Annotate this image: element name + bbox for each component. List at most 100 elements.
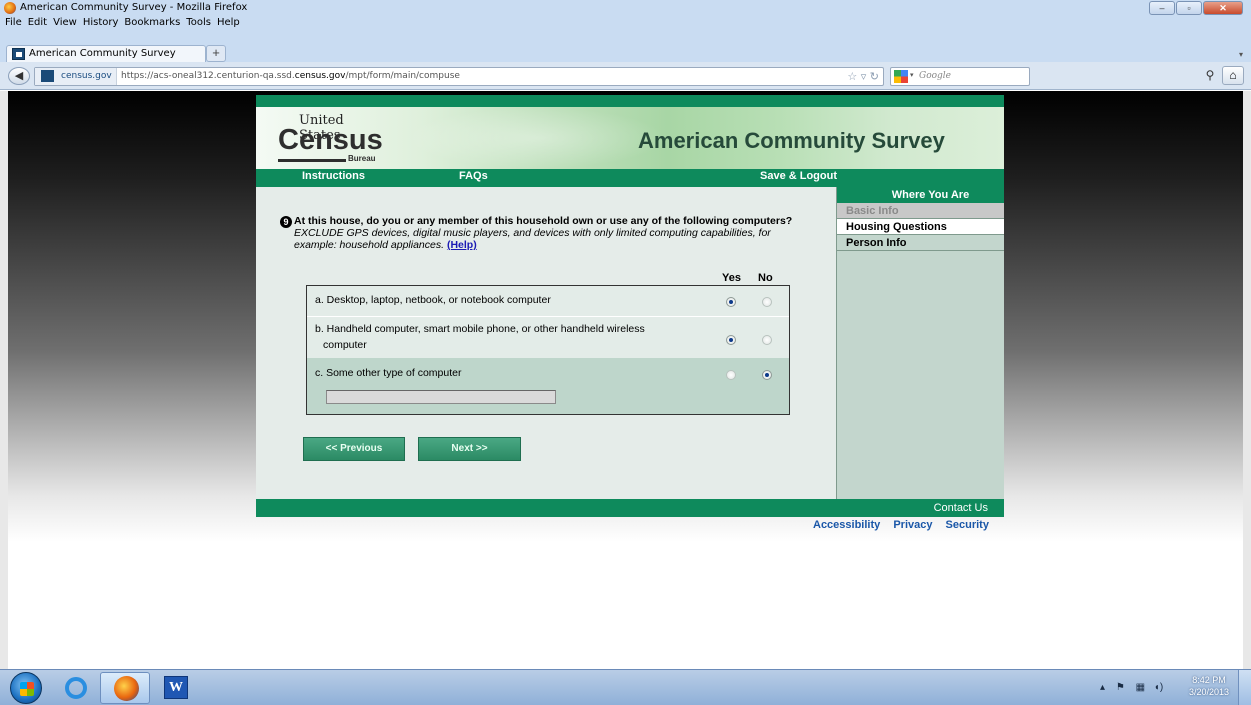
- tab-label: American Community Survey: [29, 48, 176, 59]
- accessibility-link[interactable]: Accessibility: [813, 519, 880, 531]
- taskbar-word[interactable]: W: [150, 672, 200, 704]
- previous-button[interactable]: << Previous: [303, 437, 405, 461]
- firefox-icon: [4, 2, 16, 14]
- option-a-no-radio[interactable]: [762, 297, 772, 307]
- search-bar[interactable]: ▾ Google: [890, 67, 1030, 86]
- save-logout-link[interactable]: Save & Logout: [760, 170, 837, 182]
- question-text: 9 At this house, do you or any member of…: [280, 215, 800, 251]
- microsoft-word-icon: W: [164, 676, 188, 699]
- option-a-label: a. Desktop, laptop, netbook, or notebook…: [315, 294, 551, 306]
- search-placeholder: Google: [919, 71, 951, 81]
- next-button[interactable]: Next >>: [418, 437, 521, 461]
- header-top-strip: [256, 95, 1004, 107]
- option-c-no-radio[interactable]: [762, 370, 772, 380]
- census-bureau-logo[interactable]: United States Census Bureau: [278, 113, 388, 165]
- footer-links: Accessibility Privacy Security: [813, 519, 999, 531]
- window-title: American Community Survey - Mozilla Fire…: [20, 2, 248, 13]
- option-b-label-line1: b. Handheld computer, smart mobile phone…: [315, 323, 645, 335]
- contact-us-link[interactable]: Contact Us: [934, 502, 988, 514]
- menu-help[interactable]: Help: [214, 16, 243, 29]
- survey-banner: United States Census Bureau American Com…: [256, 107, 1004, 169]
- logo-rule: [278, 159, 346, 162]
- new-tab-button[interactable]: +: [206, 45, 226, 62]
- window-titlebar: American Community Survey - Mozilla Fire…: [0, 0, 1251, 16]
- survey-frame: United States Census Bureau American Com…: [256, 95, 1004, 517]
- window-controls: – ▫ ✕: [1149, 1, 1243, 15]
- show-desktop-button[interactable]: [1238, 670, 1251, 705]
- survey-title: American Community Survey: [638, 128, 945, 153]
- section-basic-info: Basic Info: [837, 203, 1004, 219]
- option-c-yes-radio[interactable]: [726, 370, 736, 380]
- option-row-c: c. Some other type of computer: [307, 358, 789, 414]
- option-b-label-line2: computer: [323, 339, 367, 351]
- search-magnifier-icon[interactable]: ⚲: [1200, 66, 1220, 85]
- url-text[interactable]: https://acs-oneal312.centurion-qa.ssd.ce…: [121, 71, 460, 81]
- menu-bookmarks[interactable]: Bookmarks: [121, 16, 183, 29]
- question-main-text: At this house, do you or any member of t…: [294, 215, 793, 227]
- instructions-link[interactable]: Instructions: [302, 170, 365, 182]
- address-bar[interactable]: census.gov https://acs-oneal312.centurio…: [34, 67, 884, 86]
- tab-american-community-survey[interactable]: American Community Survey: [6, 45, 206, 62]
- back-button[interactable]: ◀: [8, 67, 30, 85]
- menu-bar: File Edit View History Bookmarks Tools Help: [0, 16, 1251, 30]
- start-button-icon[interactable]: [10, 672, 42, 704]
- section-person-info[interactable]: Person Info: [837, 235, 1004, 251]
- option-b-no-radio[interactable]: [762, 335, 772, 345]
- clock-time: 8:42 PM: [1192, 675, 1226, 685]
- menu-history[interactable]: History: [80, 16, 122, 29]
- where-you-are-panel: Where You Are Basic Info Housing Questio…: [836, 187, 1004, 499]
- url-bar-icons: ☆ ▿ ↻: [847, 70, 879, 83]
- bookmark-star-icon[interactable]: ☆: [847, 70, 857, 83]
- volume-icon[interactable]: ◖): [1154, 682, 1163, 693]
- no-column-header: No: [758, 272, 773, 284]
- yes-column-header: Yes: [722, 272, 741, 284]
- tab-bar: American Community Survey + ▾: [0, 30, 1251, 62]
- option-a-yes-radio[interactable]: [726, 297, 736, 307]
- network-icon[interactable]: ▦: [1136, 682, 1145, 693]
- option-b-yes-radio[interactable]: [726, 335, 736, 345]
- option-row-b: b. Handheld computer, smart mobile phone…: [307, 316, 789, 358]
- banner-photo-overlay: [406, 107, 666, 169]
- faqs-link[interactable]: FAQs: [459, 170, 488, 182]
- help-link[interactable]: (Help): [447, 239, 477, 251]
- section-housing-questions[interactable]: Housing Questions: [837, 219, 1004, 235]
- menu-edit[interactable]: Edit: [25, 16, 50, 29]
- engine-dropdown-icon[interactable]: ▾: [910, 71, 914, 79]
- menu-file[interactable]: File: [2, 16, 25, 29]
- census-favicon-icon: [41, 70, 54, 82]
- system-clock[interactable]: 8:42 PM 3/20/2013: [1184, 674, 1234, 698]
- logo-census: Census: [278, 124, 383, 156]
- list-all-tabs-icon[interactable]: ▾: [1239, 50, 1243, 59]
- navigation-bar: ◀ census.gov https://acs-oneal312.centur…: [0, 62, 1251, 90]
- question-number-badge: 9: [280, 216, 292, 228]
- site-identity-button[interactable]: census.gov: [35, 68, 117, 85]
- maximize-button[interactable]: ▫: [1176, 1, 1202, 15]
- action-center-flag-icon[interactable]: ⚑: [1116, 682, 1125, 693]
- home-icon[interactable]: ⌂: [1222, 66, 1244, 85]
- question-exclusion-text: EXCLUDE GPS devices, digital music playe…: [294, 227, 771, 251]
- answer-options-table: a. Desktop, laptop, netbook, or notebook…: [306, 285, 790, 415]
- logo-bureau: Bureau: [348, 154, 376, 163]
- site-identity-label: census.gov: [61, 71, 112, 81]
- viewport-left-edge: [0, 91, 8, 669]
- show-hidden-icons-icon[interactable]: ▴: [1100, 682, 1105, 693]
- reload-icon[interactable]: ↻: [870, 70, 879, 83]
- survey-footer-bar: Contact Us: [256, 499, 1004, 517]
- security-link[interactable]: Security: [946, 519, 989, 531]
- menu-view[interactable]: View: [50, 16, 80, 29]
- taskbar-firefox[interactable]: [100, 672, 150, 704]
- menu-tools[interactable]: Tools: [183, 16, 214, 29]
- minimize-button[interactable]: –: [1149, 1, 1175, 15]
- tray-icons: ▴ ⚑ ▦ ◖): [1100, 682, 1163, 693]
- privacy-link[interactable]: Privacy: [893, 519, 932, 531]
- census-favicon-icon: [12, 48, 25, 60]
- history-dropdown-icon[interactable]: ▿: [861, 70, 867, 83]
- other-computer-specify-field[interactable]: [326, 390, 556, 404]
- google-engine-icon[interactable]: [894, 70, 908, 83]
- taskbar-internet-explorer[interactable]: [50, 672, 100, 704]
- option-row-a: a. Desktop, laptop, netbook, or notebook…: [307, 286, 789, 316]
- close-window-button[interactable]: ✕: [1203, 1, 1243, 15]
- where-you-are-heading: Where You Are: [837, 187, 1004, 203]
- viewport-right-edge: [1243, 91, 1251, 669]
- survey-nav-strip: Instructions FAQs Save & Logout: [256, 169, 1004, 187]
